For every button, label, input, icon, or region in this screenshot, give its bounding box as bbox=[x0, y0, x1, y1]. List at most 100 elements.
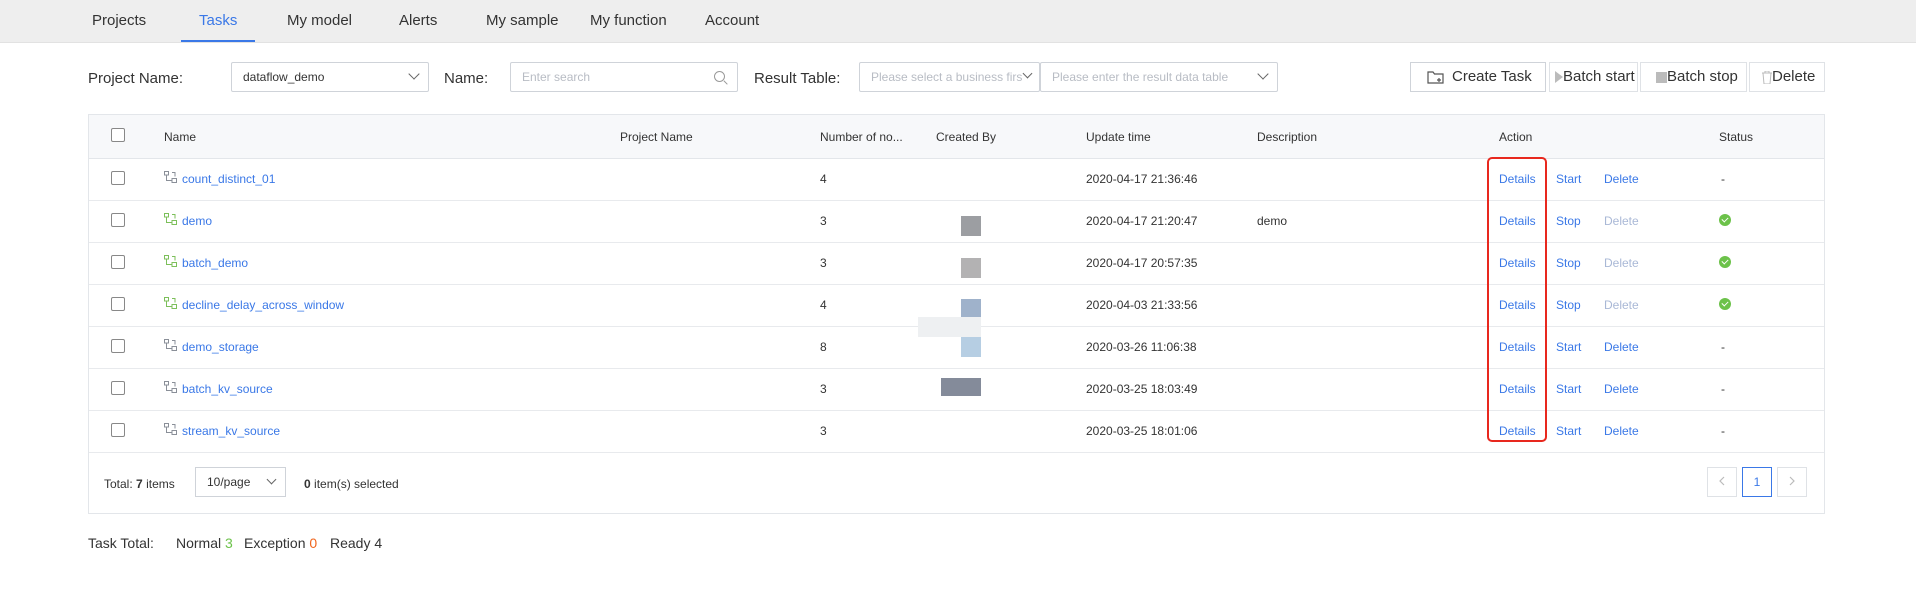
task-total-label: Task Total: bbox=[88, 535, 154, 551]
batch-start-label: Batch start bbox=[1563, 68, 1635, 85]
stop-task-link[interactable]: Stop bbox=[1556, 298, 1581, 312]
node-count: 3 bbox=[820, 214, 827, 228]
tab-tasks[interactable]: Tasks bbox=[181, 0, 256, 42]
header-created-by[interactable]: Created By bbox=[936, 130, 996, 144]
ready-label: Ready bbox=[330, 535, 371, 551]
stop-task-link[interactable]: Stop bbox=[1556, 256, 1581, 270]
delete-label: Delete bbox=[1772, 68, 1816, 85]
create-task-button[interactable]: Create Task bbox=[1410, 62, 1546, 92]
name-search-placeholder: Enter search bbox=[522, 70, 591, 84]
status-running-icon bbox=[1719, 256, 1731, 268]
delete-task-link: Delete bbox=[1604, 298, 1639, 312]
row-checkbox[interactable] bbox=[111, 255, 125, 269]
header-name[interactable]: Name bbox=[164, 130, 196, 144]
next-page-button[interactable] bbox=[1777, 467, 1807, 497]
row-checkbox[interactable] bbox=[111, 381, 125, 395]
delete-task-link: Delete bbox=[1604, 214, 1639, 228]
status-running-icon bbox=[1719, 214, 1731, 226]
details-link[interactable]: Details bbox=[1499, 382, 1536, 396]
redacted-creator bbox=[961, 337, 981, 357]
delete-button[interactable]: Delete bbox=[1749, 62, 1825, 92]
details-link[interactable]: Details bbox=[1499, 256, 1536, 270]
batch-start-button[interactable]: Batch start bbox=[1549, 62, 1638, 92]
selected-suffix: item(s) selected bbox=[314, 477, 399, 491]
create-task-label: Create Task bbox=[1452, 68, 1532, 85]
task-name-link[interactable]: batch_kv_source bbox=[182, 382, 273, 396]
redacted-creator bbox=[961, 258, 981, 278]
start-task-link[interactable]: Start bbox=[1556, 382, 1581, 396]
dataflow-icon bbox=[164, 255, 177, 267]
header-update-time[interactable]: Update time bbox=[1086, 130, 1151, 144]
dataflow-icon bbox=[164, 213, 177, 225]
ready-count: 4 bbox=[374, 535, 383, 551]
update-time: 2020-04-17 20:57:35 bbox=[1086, 256, 1198, 270]
start-task-link[interactable]: Start bbox=[1556, 424, 1581, 438]
business-select[interactable]: Please select a business firs bbox=[859, 62, 1040, 92]
dataflow-icon bbox=[164, 381, 177, 393]
task-name-link[interactable]: batch_demo bbox=[182, 256, 248, 270]
details-link[interactable]: Details bbox=[1499, 424, 1536, 438]
start-task-link[interactable]: Start bbox=[1556, 340, 1581, 354]
search-icon bbox=[714, 71, 725, 82]
task-name-link[interactable]: demo bbox=[182, 214, 212, 228]
project-name-select[interactable]: dataflow_demo bbox=[231, 62, 429, 92]
stop-task-link[interactable]: Stop bbox=[1556, 214, 1581, 228]
delete-task-link[interactable]: Delete bbox=[1604, 172, 1639, 186]
tab-projects[interactable]: Projects bbox=[74, 0, 164, 42]
result-table-select[interactable]: Please enter the result data table bbox=[1040, 62, 1278, 92]
redacted-creator bbox=[961, 216, 981, 236]
play-icon bbox=[1555, 71, 1563, 84]
table-footer: Total: 7 items 10/page 0 item(s) selecte… bbox=[89, 452, 1824, 514]
page-size-select[interactable]: 10/page bbox=[195, 467, 286, 497]
select-all-checkbox[interactable] bbox=[111, 128, 125, 142]
tab-account[interactable]: Account bbox=[687, 0, 777, 42]
row-checkbox[interactable] bbox=[111, 423, 125, 437]
task-name-link[interactable]: count_distinct_01 bbox=[182, 172, 275, 186]
task-name-link[interactable]: decline_delay_across_window bbox=[182, 298, 344, 312]
header-number-of-nodes[interactable]: Number of no... bbox=[820, 130, 903, 144]
exception-label: Exception bbox=[244, 535, 306, 551]
selected-count: 0 bbox=[304, 477, 311, 491]
batch-stop-button[interactable]: Batch stop bbox=[1640, 62, 1747, 92]
row-checkbox[interactable] bbox=[111, 213, 125, 227]
prev-page-button[interactable] bbox=[1707, 467, 1737, 497]
details-link[interactable]: Details bbox=[1499, 214, 1536, 228]
tasks-table: Name Project Name Number of no... Create… bbox=[88, 114, 1825, 514]
tab-my-model[interactable]: My model bbox=[269, 0, 370, 42]
delete-task-link[interactable]: Delete bbox=[1604, 382, 1639, 396]
delete-task-link[interactable]: Delete bbox=[1604, 340, 1639, 354]
description: demo bbox=[1257, 214, 1288, 228]
redacted-creator bbox=[961, 299, 981, 319]
header-description[interactable]: Description bbox=[1257, 130, 1317, 144]
row-checkbox[interactable] bbox=[111, 297, 125, 311]
task-name-link[interactable]: demo_storage bbox=[182, 340, 259, 354]
task-name-link[interactable]: stream_kv_source bbox=[182, 424, 280, 438]
total-items: Total: 7 items bbox=[104, 477, 175, 491]
tab-alerts[interactable]: Alerts bbox=[381, 0, 455, 42]
header-project-name[interactable]: Project Name bbox=[620, 130, 693, 144]
page-size-value: 10/page bbox=[207, 475, 251, 489]
node-count: 3 bbox=[820, 256, 827, 270]
normal-count: 3 bbox=[225, 535, 233, 551]
update-time: 2020-04-17 21:36:46 bbox=[1086, 172, 1198, 186]
chevron-down-icon bbox=[266, 474, 277, 485]
details-link[interactable]: Details bbox=[1499, 298, 1536, 312]
details-link[interactable]: Details bbox=[1499, 172, 1536, 186]
start-task-link[interactable]: Start bbox=[1556, 172, 1581, 186]
update-time: 2020-04-03 21:33:56 bbox=[1086, 298, 1198, 312]
total-prefix: Total: bbox=[104, 477, 133, 491]
update-time: 2020-04-17 21:20:47 bbox=[1086, 214, 1198, 228]
delete-task-link[interactable]: Delete bbox=[1604, 424, 1639, 438]
tab-my-sample[interactable]: My sample bbox=[468, 0, 577, 42]
row-checkbox[interactable] bbox=[111, 171, 125, 185]
row-checkbox[interactable] bbox=[111, 339, 125, 353]
page-1-button[interactable]: 1 bbox=[1742, 467, 1772, 497]
details-link[interactable]: Details bbox=[1499, 340, 1536, 354]
selected-info: 0 item(s) selected bbox=[304, 477, 399, 491]
chevron-right-icon bbox=[1789, 476, 1795, 486]
delete-task-link: Delete bbox=[1604, 256, 1639, 270]
name-label: Name: bbox=[444, 70, 489, 87]
project-name-label: Project Name: bbox=[88, 70, 184, 87]
tab-my-function[interactable]: My function bbox=[572, 0, 685, 42]
name-search-input[interactable]: Enter search bbox=[510, 62, 738, 92]
